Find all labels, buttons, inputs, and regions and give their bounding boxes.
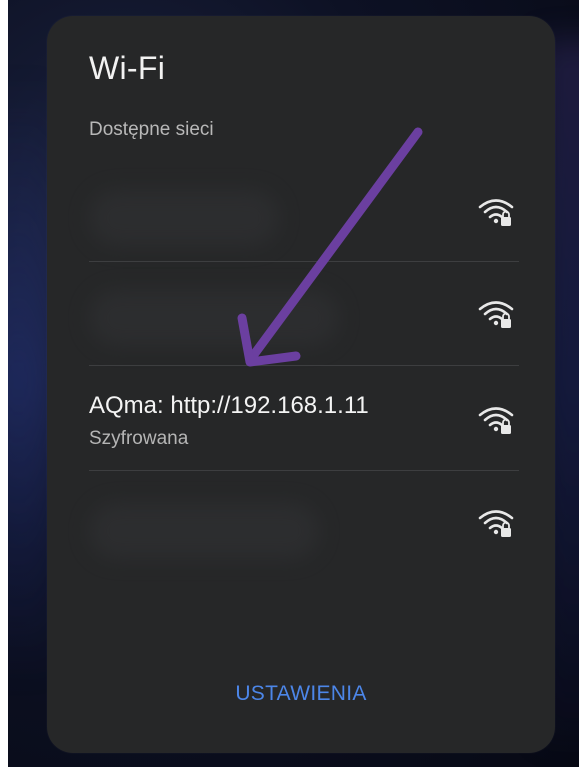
phone-screen: Wi-Fi Dostępne sieci AQma: http://192.16… [8,0,579,767]
network-item-aqma[interactable]: AQma: http://192.168.1.11 Szyfrowana [47,366,555,470]
wifi-dialog: Wi-Fi Dostępne sieci AQma: http://192.16… [47,16,555,753]
dialog-title: Wi-Fi [89,50,166,86]
wifi-locked-icon [478,510,514,537]
wifi-locked-icon [478,301,514,328]
network-item[interactable] [47,160,555,264]
blurred-network-name [89,190,279,246]
network-name: AQma: http://192.168.1.11 [89,392,369,419]
wifi-locked-icon [478,407,514,434]
network-item[interactable] [47,471,555,575]
wifi-locked-icon [478,199,514,226]
network-item[interactable] [47,262,555,366]
blurred-network-name [89,290,339,346]
settings-button[interactable]: USTAWIENIA [47,682,555,706]
available-networks-label: Dostępne sieci [89,119,214,140]
network-status: Szyfrowana [89,428,189,449]
blurred-network-name [89,503,319,559]
